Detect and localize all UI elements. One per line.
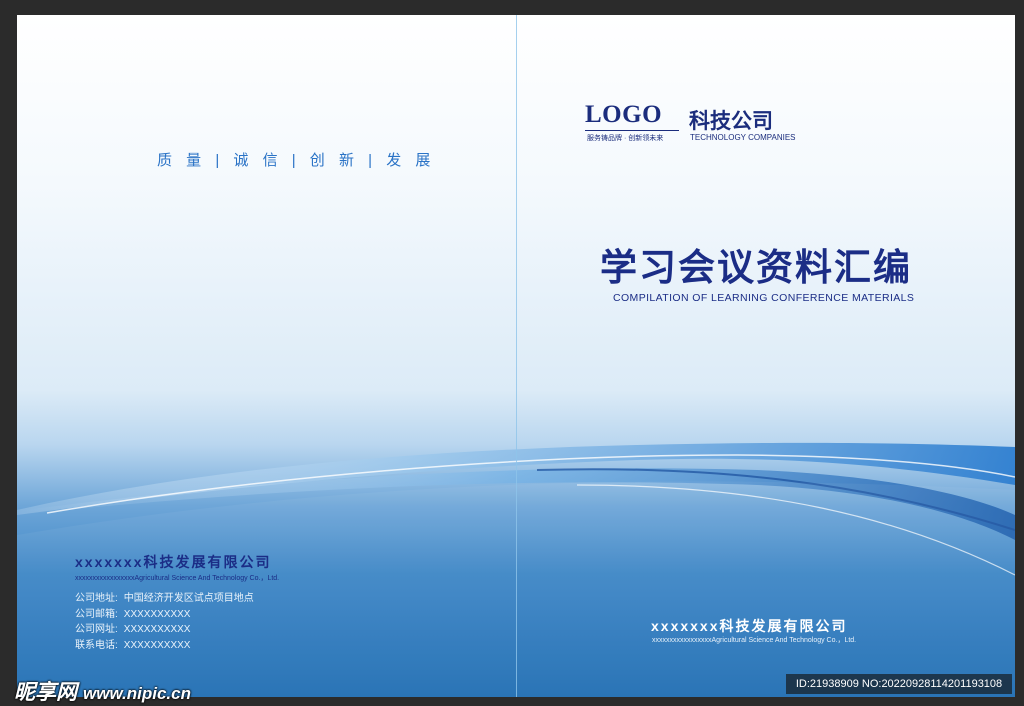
contact-value: 中国经济开发区试点项目地点 [123,593,254,604]
front-company-name-en: xxxxxxxxxxxxxxxxxAgricultural Science An… [652,637,857,644]
watermark-brand: 昵享网 [14,681,77,704]
back-company-name: xxxxxxx科技发展有限公司 [75,554,272,570]
contact-label: 联系电话: [75,639,118,651]
company-short-cn: 科技公司 [689,110,773,133]
contact-value: XXXXXXXXXX [123,624,191,635]
contact-value: XXXXXXXXXX [123,608,191,620]
brochure-cover-spread: 质 量 | 诚 信 | 创 新 | 发 展 LOGO 服务铸品牌 · 创新领未来… [17,15,1015,697]
contact-label: 公司网址: [75,624,118,635]
logo-tagline: 服务铸品牌 · 创新领未来 [587,135,664,142]
slogan: 质 量 | 诚 信 | 创 新 | 发 展 [157,152,436,169]
contact-address: 公司地址: 中国经济开发区试点项目地点 [75,591,260,607]
contact-label: 公司邮箱: [75,608,118,620]
contact-email: 公司邮箱: XXXXXXXXXX [75,607,260,623]
logo-divider [585,130,679,131]
contact-phone: 联系电话: XXXXXXXXXX [75,638,260,654]
site-watermark: 昵享网 www.nipic.cn [14,676,191,706]
contact-website: 公司网址: XXXXXXXXXX [75,622,260,638]
contact-label: 公司地址: [75,593,118,604]
fold-line [516,15,517,697]
front-company-name: xxxxxxx科技发展有限公司 [651,618,848,634]
contact-value: XXXXXXXXXX [123,639,191,651]
back-company-name-en: xxxxxxxxxxxxxxxxxAgricultural Science An… [75,575,280,582]
logo-text: LOGO [585,101,663,128]
contact-info: 公司地址: 中国经济开发区试点项目地点 公司邮箱: XXXXXXXXXX 公司网址:… [75,591,260,653]
watermark-url: www.nipic.cn [83,684,191,703]
company-short-en: TECHNOLOGY COMPANIES [690,133,796,142]
image-id-label: ID:21938909 NO:20220928114201193108 [786,674,1012,694]
cover-subtitle: COMPILATION OF LEARNING CONFERENCE MATER… [613,292,915,304]
cover-title: 学习会议资料汇编 [600,247,912,288]
